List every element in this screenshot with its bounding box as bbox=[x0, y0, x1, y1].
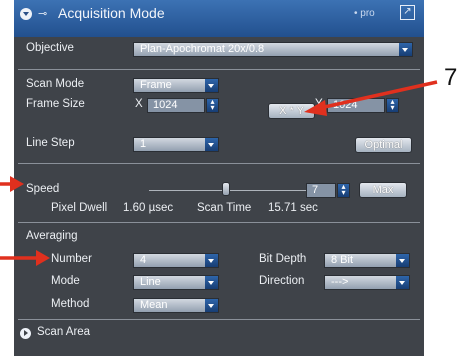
max-button[interactable]: Max bbox=[359, 182, 407, 198]
objective-select[interactable]: Plan-Apochromat 20x/0.8 bbox=[133, 42, 413, 57]
method-label: Method bbox=[51, 298, 90, 310]
speed-input[interactable]: 7 bbox=[306, 183, 336, 198]
line-step-label: Line Step bbox=[26, 137, 75, 149]
bit-depth-select[interactable]: 8 Bit bbox=[324, 253, 410, 268]
scan-mode-select[interactable]: Frame bbox=[133, 78, 219, 93]
direction-label: Direction bbox=[259, 275, 305, 287]
xy-button[interactable]: X * Y bbox=[268, 103, 315, 119]
pro-badge[interactable]: • pro bbox=[354, 8, 375, 19]
frame-y-label: Y bbox=[315, 98, 323, 110]
direction-value: ---> bbox=[331, 276, 349, 288]
scan-time-label: Scan Time bbox=[197, 202, 252, 214]
annotation-number: 7 bbox=[444, 64, 458, 91]
frame-y-input[interactable]: 1024 bbox=[327, 98, 385, 113]
pixel-dwell-label: Pixel Dwell bbox=[51, 202, 108, 214]
line-step-select[interactable]: 1 bbox=[133, 137, 219, 152]
chevron-down-icon bbox=[399, 43, 412, 56]
frame-x-input[interactable]: 1024 bbox=[147, 98, 205, 113]
chevron-down-icon bbox=[396, 254, 409, 267]
pixel-dwell-value: 1.60 µsec bbox=[123, 202, 174, 214]
speed-spinner[interactable]: ▴ ▾ bbox=[337, 183, 350, 198]
speed-slider-thumb[interactable] bbox=[222, 182, 230, 196]
line-step-value: 1 bbox=[140, 138, 147, 150]
direction-select[interactable]: ---> bbox=[324, 275, 410, 290]
panel-title: Acquisition Mode bbox=[58, 5, 165, 21]
scan-time-value: 15.71 sec bbox=[268, 202, 318, 214]
frame-y-spinner[interactable]: ▴ ▾ bbox=[386, 98, 399, 113]
bit-depth-label: Bit Depth bbox=[259, 253, 307, 265]
number-label: Number bbox=[51, 253, 92, 265]
number-select[interactable]: 4 bbox=[133, 253, 219, 268]
acquisition-mode-panel: ⊸ Acquisition Mode • pro ↗ Objective Pla… bbox=[14, 0, 424, 356]
bit-depth-value: 8 Bit bbox=[331, 254, 354, 266]
objective-label: Objective bbox=[26, 42, 74, 54]
mode-value: Line bbox=[140, 276, 161, 288]
section-divider bbox=[18, 319, 420, 320]
section-divider bbox=[18, 222, 420, 223]
chevron-down-icon bbox=[205, 276, 218, 289]
scan-mode-value: Frame bbox=[140, 79, 172, 91]
mode-select[interactable]: Line bbox=[133, 275, 219, 290]
number-value: 4 bbox=[140, 254, 147, 266]
panel-title-bar[interactable]: ⊸ Acquisition Mode • pro ↗ bbox=[14, 0, 424, 37]
averaging-header: Averaging bbox=[26, 230, 78, 242]
expand-icon[interactable] bbox=[20, 328, 31, 339]
section-divider bbox=[18, 69, 420, 70]
chevron-down-icon bbox=[205, 254, 218, 267]
objective-value: Plan-Apochromat 20x/0.8 bbox=[140, 43, 265, 55]
chevron-down-icon bbox=[205, 79, 218, 92]
frame-x-spinner[interactable]: ▴ ▾ bbox=[206, 98, 219, 113]
method-select[interactable]: Mean bbox=[133, 298, 219, 313]
speed-label: Speed bbox=[26, 183, 60, 195]
frame-x-label: X bbox=[135, 98, 143, 110]
section-divider bbox=[18, 163, 420, 164]
chevron-down-icon bbox=[205, 138, 218, 151]
pin-icon[interactable]: ⊸ bbox=[38, 8, 52, 20]
mode-label: Mode bbox=[51, 275, 80, 287]
chevron-down-icon bbox=[205, 299, 218, 312]
scan-mode-label: Scan Mode bbox=[26, 78, 85, 90]
optimal-button[interactable]: Optimal bbox=[355, 137, 412, 153]
scan-area-label[interactable]: Scan Area bbox=[37, 326, 90, 338]
method-value: Mean bbox=[140, 299, 168, 311]
chevron-down-icon bbox=[396, 276, 409, 289]
popout-icon[interactable]: ↗ bbox=[400, 5, 415, 20]
collapse-toggle-icon[interactable] bbox=[20, 8, 32, 20]
frame-size-label: Frame Size bbox=[26, 98, 85, 110]
speed-slider-track[interactable] bbox=[149, 190, 311, 191]
